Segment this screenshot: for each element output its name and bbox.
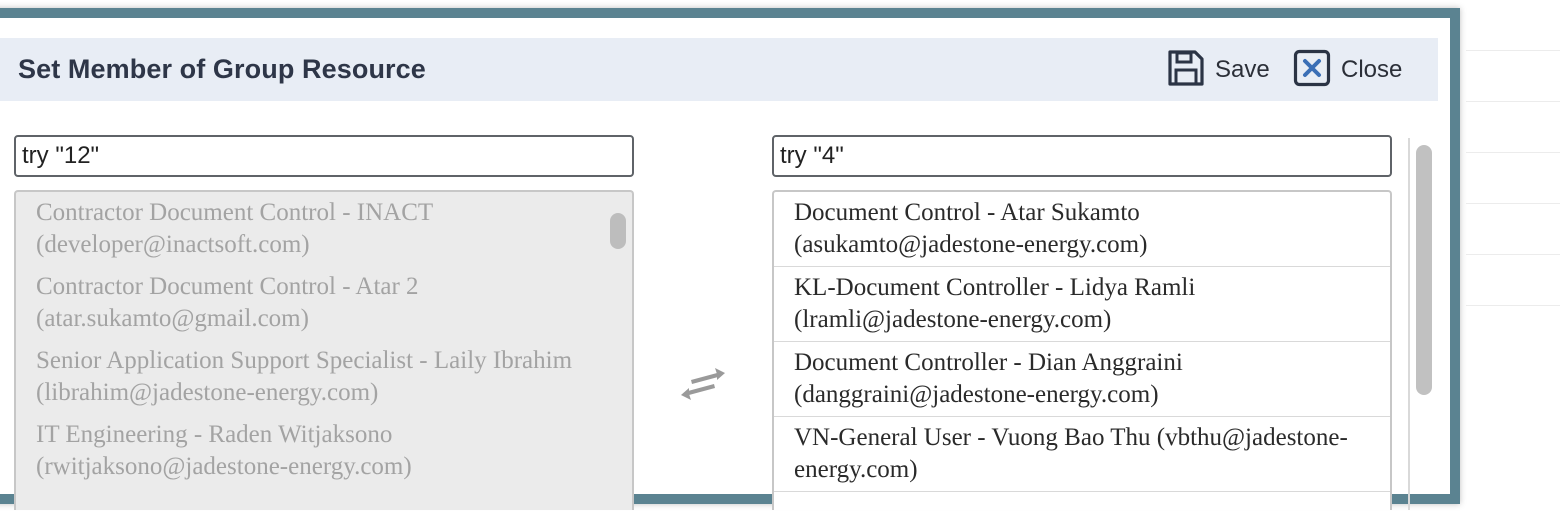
list-item[interactable]: Contractor Document Control - INACT (dev… — [16, 192, 632, 266]
dialog-title: Set Member of Group Resource — [18, 54, 426, 84]
save-label: Save — [1215, 56, 1270, 83]
dialog-header: Set Member of Group Resource Save Close — [0, 38, 1438, 101]
selected-members-list[interactable]: Document Control - Atar Sukamto (asukamt… — [772, 190, 1392, 510]
close-button[interactable]: Close — [1293, 49, 1403, 92]
close-label: Close — [1341, 56, 1403, 83]
list-item[interactable]: IT Engineering - Raden Witjaksono (rwitj… — [16, 414, 632, 488]
available-members-list[interactable]: Contractor Document Control - INACT (dev… — [14, 190, 634, 510]
list-item[interactable]: Document Controller - Dian Anggraini (da… — [774, 342, 1390, 417]
available-list-scrollbar[interactable] — [610, 213, 626, 249]
list-item[interactable]: Contractor Document Control - Atar 2 (at… — [16, 266, 632, 340]
swap-button[interactable] — [679, 364, 727, 404]
list-item[interactable]: KL-Document Controller - Lidya Ramli (lr… — [774, 267, 1390, 342]
swap-arrows-icon — [679, 368, 727, 408]
save-icon — [1167, 49, 1205, 92]
selected-search-input[interactable] — [772, 135, 1392, 177]
list-item[interactable]: VN-General User - Vuong Bao Thu (vbthu@j… — [774, 417, 1390, 492]
available-search-input[interactable] — [14, 135, 634, 177]
dialog-scrollbar-thumb[interactable] — [1416, 145, 1432, 395]
save-button[interactable]: Save — [1167, 49, 1270, 92]
close-icon — [1293, 49, 1331, 92]
set-member-dialog: Set Member of Group Resource Save Close — [0, 8, 1460, 510]
list-item[interactable]: Senior Application Support Specialist - … — [16, 340, 632, 414]
list-item[interactable]: Document Control - Atar Sukamto (asukamt… — [774, 192, 1390, 267]
background-table-rows — [1466, 0, 1560, 520]
dialog-scrollbar-track — [1408, 138, 1410, 510]
